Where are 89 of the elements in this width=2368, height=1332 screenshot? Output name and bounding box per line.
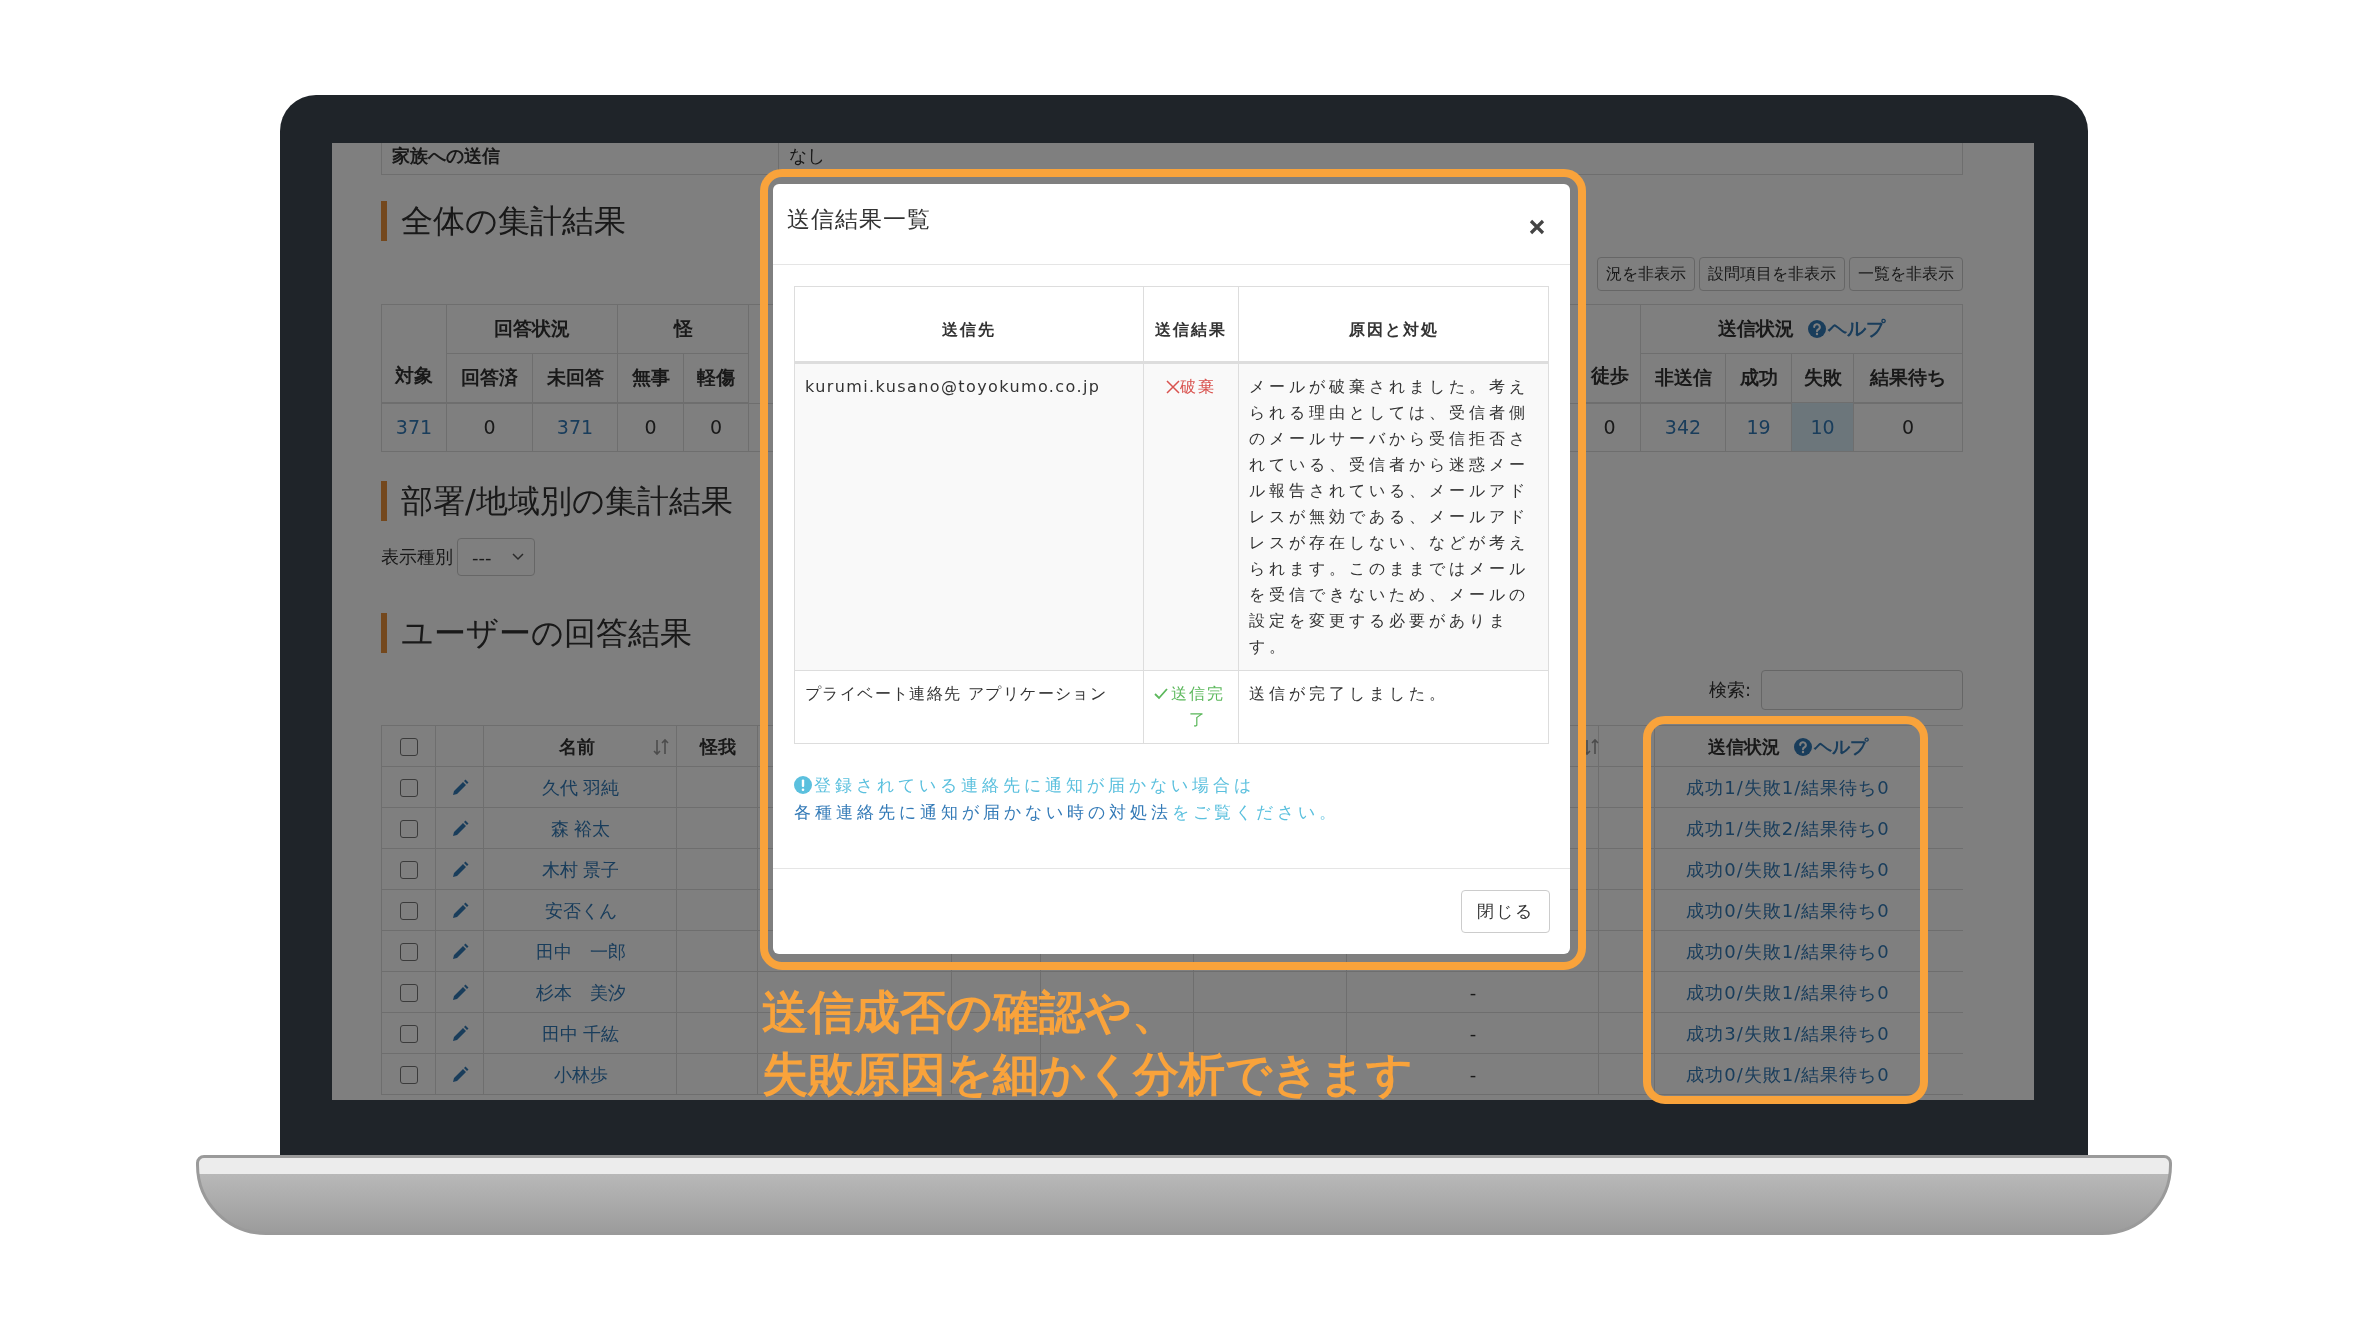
pencil-icon[interactable]: [451, 942, 469, 961]
checkbox[interactable]: [400, 1065, 418, 1084]
search-field[interactable]: [1761, 670, 1963, 710]
checkbox[interactable]: [400, 737, 418, 756]
toggle-button[interactable]: 況を非表示: [1597, 257, 1695, 291]
table-header: 軽傷: [684, 354, 749, 403]
table-header[interactable]: 名前: [500, 734, 653, 759]
toggle-button[interactable]: 設問項目を非表示: [1699, 257, 1845, 291]
sort-icon[interactable]: [1583, 737, 1599, 756]
pencil-icon[interactable]: [451, 901, 469, 920]
help-link[interactable]: ヘルプ: [1828, 316, 1885, 342]
checkbox[interactable]: [400, 778, 418, 797]
table-header: 未回答: [533, 354, 618, 403]
info-note: 登録されている連絡先に通知が届かない場合は 各種連絡先に通知が届かない時の対処法 をご覧ください。: [794, 774, 1341, 824]
table-header: 無事: [618, 354, 684, 403]
user-name-link[interactable]: 安否くん: [484, 890, 677, 931]
table-cell: -: [1469, 1023, 1477, 1044]
caret-icon: [511, 553, 524, 561]
checkbox[interactable]: [400, 860, 418, 879]
table-cell: 0: [684, 403, 749, 452]
table-group-header: 回答状況: [447, 305, 618, 354]
reason-text: 送信が完了しました。: [1249, 684, 1449, 703]
recipient-text: kurumi.kusano@toyokumo.co.jp: [805, 377, 1101, 396]
sort-icon[interactable]: [653, 737, 669, 756]
table-cell: 0: [618, 403, 684, 452]
user-name-link[interactable]: 田中 一郎: [484, 931, 677, 972]
dialog-title: 送信結果一覧: [787, 204, 931, 234]
checkbox[interactable]: [400, 901, 418, 920]
help-icon: [1808, 320, 1826, 338]
table-cell: 0: [447, 403, 533, 452]
pencil-icon[interactable]: [451, 860, 469, 879]
table-cell: 0: [1854, 403, 1963, 452]
send-status-link[interactable]: 成功0/失敗1/結果待ち0: [1655, 849, 1921, 890]
recipient-text: プライベート連絡先 アプリケーション: [805, 684, 1108, 703]
table-header: 成功: [1726, 354, 1792, 403]
pencil-icon[interactable]: [451, 819, 469, 838]
table-cell[interactable]: 371: [382, 403, 447, 452]
table-header: 回答済: [447, 354, 533, 403]
result-status: 破棄: [1166, 374, 1216, 400]
send-status-link[interactable]: 成功3/失敗1/結果待ち0: [1655, 1013, 1921, 1054]
table-cell: -: [1469, 982, 1477, 1003]
close-icon: [1528, 218, 1546, 236]
help-link[interactable]: ヘルプ: [1814, 734, 1868, 759]
pencil-icon[interactable]: [451, 778, 469, 797]
search-label: 検索:: [1708, 678, 1751, 702]
field-label: 表示種別: [381, 545, 453, 569]
checkbox[interactable]: [400, 1024, 418, 1043]
checkbox[interactable]: [400, 819, 418, 838]
send-status-link[interactable]: 成功0/失敗1/結果待ち0: [1655, 931, 1921, 972]
info-icon: [794, 776, 812, 794]
send-status-link[interactable]: 成功0/失敗1/結果待ち0: [1655, 1054, 1921, 1095]
table-header: 非送信: [1641, 354, 1726, 403]
result-status: 送信完了: [1154, 681, 1228, 733]
user-name-link[interactable]: 小林歩: [484, 1054, 677, 1095]
table-cell[interactable]: 371: [533, 403, 618, 452]
check-icon: [1154, 687, 1168, 701]
send-status-link[interactable]: 成功0/失敗1/結果待ち0: [1655, 972, 1921, 1013]
table-cell: -: [1469, 1064, 1477, 1085]
toggle-button[interactable]: 一覧を非表示: [1849, 257, 1963, 291]
close-button[interactable]: 閉じる: [1461, 890, 1550, 933]
cross-icon: [1166, 380, 1180, 394]
table-cell[interactable]: 10: [1792, 403, 1854, 452]
table-header: 結果待ち: [1854, 354, 1963, 403]
send-status-link[interactable]: 成功1/失敗2/結果待ち0: [1655, 808, 1921, 849]
table-cell[interactable]: 342: [1641, 403, 1726, 452]
caption-line: 送信成否の確認や、: [762, 984, 1179, 1041]
user-name-link[interactable]: 田中 千紘: [484, 1013, 677, 1054]
pencil-icon[interactable]: [451, 983, 469, 1002]
table-group-header: 怪: [618, 305, 749, 354]
checkbox[interactable]: [400, 983, 418, 1002]
pencil-icon[interactable]: [451, 1065, 469, 1084]
display-type-select[interactable]: ---: [457, 538, 535, 576]
table-group-header: 送信状況 ヘルプ: [1641, 305, 1963, 354]
user-name-link[interactable]: 杉本 美汐: [484, 972, 677, 1013]
send-status-link[interactable]: 成功0/失敗1/結果待ち0: [1655, 890, 1921, 931]
table-header: 対象: [382, 305, 447, 403]
help-link[interactable]: 各種連絡先に通知が届かない時の対処法: [794, 802, 1172, 822]
table-header: 怪我: [698, 734, 737, 759]
user-name-link[interactable]: 木村 景子: [484, 849, 677, 890]
field-label: 家族への送信: [391, 144, 501, 168]
user-name-link[interactable]: 森 裕太: [484, 808, 677, 849]
user-name-link[interactable]: 久代 羽純: [484, 767, 677, 808]
pencil-icon[interactable]: [451, 1024, 469, 1043]
send-status-link[interactable]: 成功1/失敗1/結果待ち0: [1655, 767, 1921, 808]
field-value: なし: [778, 143, 1962, 174]
help-icon: [1794, 737, 1812, 756]
checkbox[interactable]: [400, 942, 418, 961]
caption-line: 失敗原因を細かく分析できます: [762, 1046, 1413, 1103]
table-header: 送信状況: [1708, 734, 1780, 759]
